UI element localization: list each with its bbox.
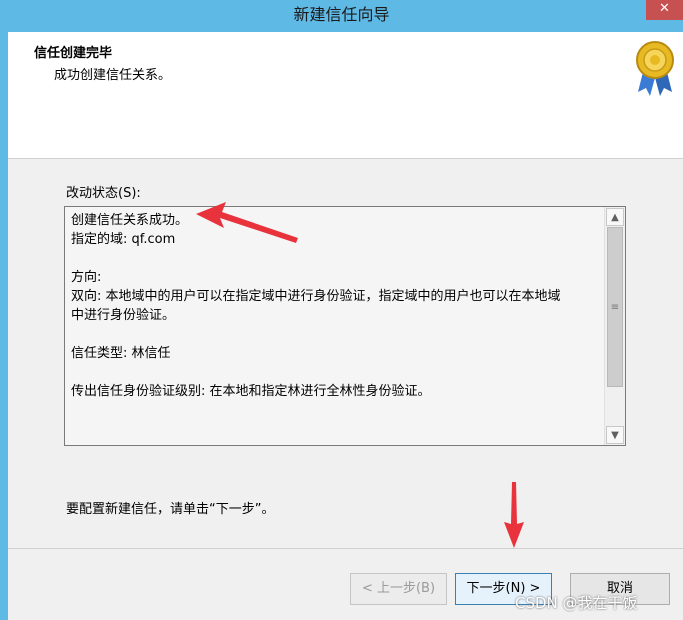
- window-left-border: [0, 32, 8, 620]
- watermark: CSDN @我在干饭: [515, 594, 638, 612]
- status-textbox[interactable]: 创建信任关系成功。 指定的域: qf.com 方向: 双向: 本地域中的用户可以…: [64, 206, 626, 446]
- chevron-down-icon[interactable]: ▼: [606, 426, 624, 444]
- vertical-scrollbar[interactable]: ▲ ≡ ▼: [604, 207, 625, 445]
- scroll-thumb[interactable]: ≡: [607, 227, 623, 387]
- title-bar: 新建信任向导 ✕: [0, 0, 683, 32]
- status-label: 改动状态(S):: [66, 186, 141, 201]
- wizard-header: 信任创建完毕 成功创建信任关系。: [8, 32, 683, 159]
- header-title: 信任创建完毕: [34, 46, 113, 61]
- header-subtitle: 成功创建信任关系。: [54, 68, 172, 83]
- back-button[interactable]: < 上一步(B): [350, 573, 447, 605]
- instruction-text: 要配置新建信任，请单击“下一步”。: [66, 502, 275, 517]
- chevron-up-icon[interactable]: ▲: [606, 208, 624, 226]
- arrow-to-next-button: [504, 482, 524, 548]
- footer-divider: [8, 548, 683, 549]
- new-trust-wizard-window: 新建信任向导 ✕ 信任创建完毕 成功创建信任关系。 改动状态(S): 创建信任关…: [0, 0, 683, 620]
- window-title: 新建信任向导: [293, 5, 390, 24]
- status-text: 创建信任关系成功。 指定的域: qf.com 方向: 双向: 本地域中的用户可以…: [71, 213, 561, 399]
- award-seal-icon: [636, 41, 674, 96]
- close-button[interactable]: ✕: [646, 0, 683, 20]
